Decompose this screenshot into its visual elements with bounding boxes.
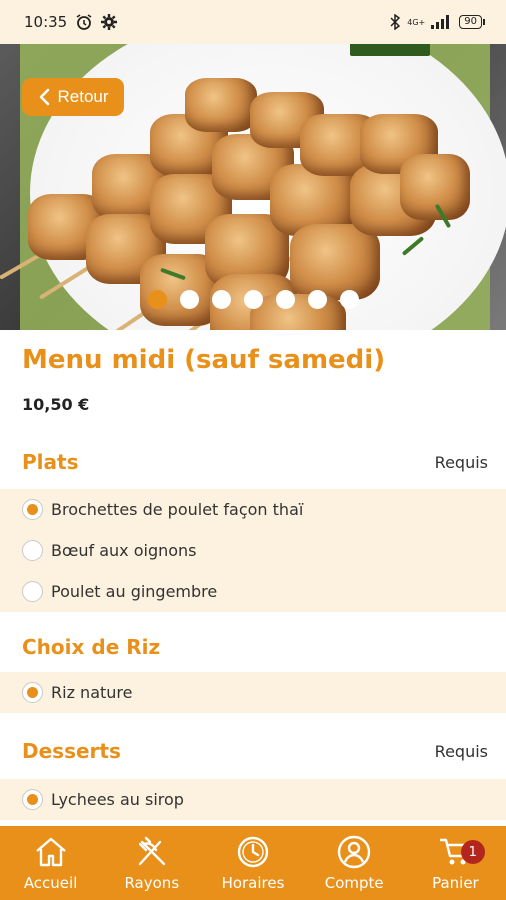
section-header-plats: Plats Requis: [0, 440, 506, 484]
back-button-label: Retour: [57, 87, 109, 106]
option-label: Poulet au gingembre: [51, 582, 218, 601]
cart-badge: 1: [460, 840, 485, 864]
nav-label: Accueil: [23, 874, 78, 892]
chevron-left-icon: [40, 88, 50, 106]
user-icon: [338, 835, 371, 869]
carousel-indicator: [0, 290, 506, 309]
section-title: Choix de Riz: [22, 635, 161, 659]
back-button[interactable]: Retour: [22, 78, 124, 116]
option-item[interactable]: Lychees au sirop: [0, 779, 506, 820]
carousel-dot[interactable]: [211, 290, 231, 309]
product-price: 10,50 €: [22, 395, 90, 414]
radio-checked[interactable]: [22, 682, 43, 703]
option-label: Brochettes de poulet façon thaï: [51, 500, 304, 519]
section-header-desserts: Desserts Requis: [0, 729, 506, 773]
required-label: Requis: [434, 452, 488, 472]
nav-label: Rayons: [124, 874, 180, 892]
nav-item-accueil[interactable]: Accueil: [0, 826, 101, 900]
alarm-icon: [76, 14, 92, 30]
carousel-dot[interactable]: [243, 290, 263, 309]
nav-label: Compte: [324, 874, 384, 892]
nav-item-rayons[interactable]: Rayons: [101, 826, 202, 900]
carousel-dot[interactable]: [179, 290, 199, 309]
options-desserts: Lychees au sirop: [0, 779, 506, 820]
bluetooth-icon: [390, 14, 401, 30]
options-plats: Brochettes de poulet façon thaï Bœuf aux…: [0, 489, 506, 612]
radio-checked[interactable]: [22, 499, 43, 520]
home-icon: [35, 837, 66, 867]
nav-label: Horaires: [221, 874, 285, 892]
radio-unchecked[interactable]: [22, 581, 43, 602]
option-item[interactable]: Riz nature: [0, 672, 506, 713]
section-header-riz: Choix de Riz: [0, 625, 506, 669]
signal-icon: [431, 15, 450, 29]
product-title: Menu midi (sauf samedi): [22, 345, 386, 375]
nav-item-panier[interactable]: 1 Panier: [405, 826, 506, 900]
carousel-dot[interactable]: [275, 290, 295, 309]
battery-icon: 90: [459, 15, 485, 29]
section-title: Plats: [22, 450, 79, 474]
option-item[interactable]: Bœuf aux oignons: [0, 530, 506, 571]
required-label: Requis: [434, 741, 488, 761]
option-item[interactable]: Brochettes de poulet façon thaï: [0, 489, 506, 530]
network-label: 4G+: [407, 17, 426, 27]
bottom-navigation: Accueil Rayons Horaires Compte 1 Panier: [0, 826, 506, 900]
nav-item-compte[interactable]: Compte: [304, 826, 405, 900]
option-label: Riz nature: [51, 683, 133, 702]
options-riz: Riz nature: [0, 672, 506, 713]
carousel-dot[interactable]: [147, 290, 167, 309]
option-label: Lychees au sirop: [51, 790, 184, 809]
fork-knife-icon: [138, 836, 165, 866]
carousel-dot[interactable]: [307, 290, 327, 309]
section-title: Desserts: [22, 739, 121, 763]
carousel-dot[interactable]: [339, 290, 359, 309]
clock-icon: [237, 836, 269, 868]
option-item[interactable]: Poulet au gingembre: [0, 571, 506, 612]
status-bar: 10:35 4G+ 90: [0, 0, 506, 44]
status-time: 10:35: [24, 13, 68, 31]
radio-checked[interactable]: [22, 789, 43, 810]
nav-label: Panier: [432, 874, 479, 892]
nav-item-horaires[interactable]: Horaires: [202, 826, 303, 900]
settings-icon: [101, 14, 118, 30]
option-label: Bœuf aux oignons: [51, 541, 197, 560]
product-image-carousel[interactable]: Retour: [0, 44, 506, 330]
radio-unchecked[interactable]: [22, 540, 43, 561]
